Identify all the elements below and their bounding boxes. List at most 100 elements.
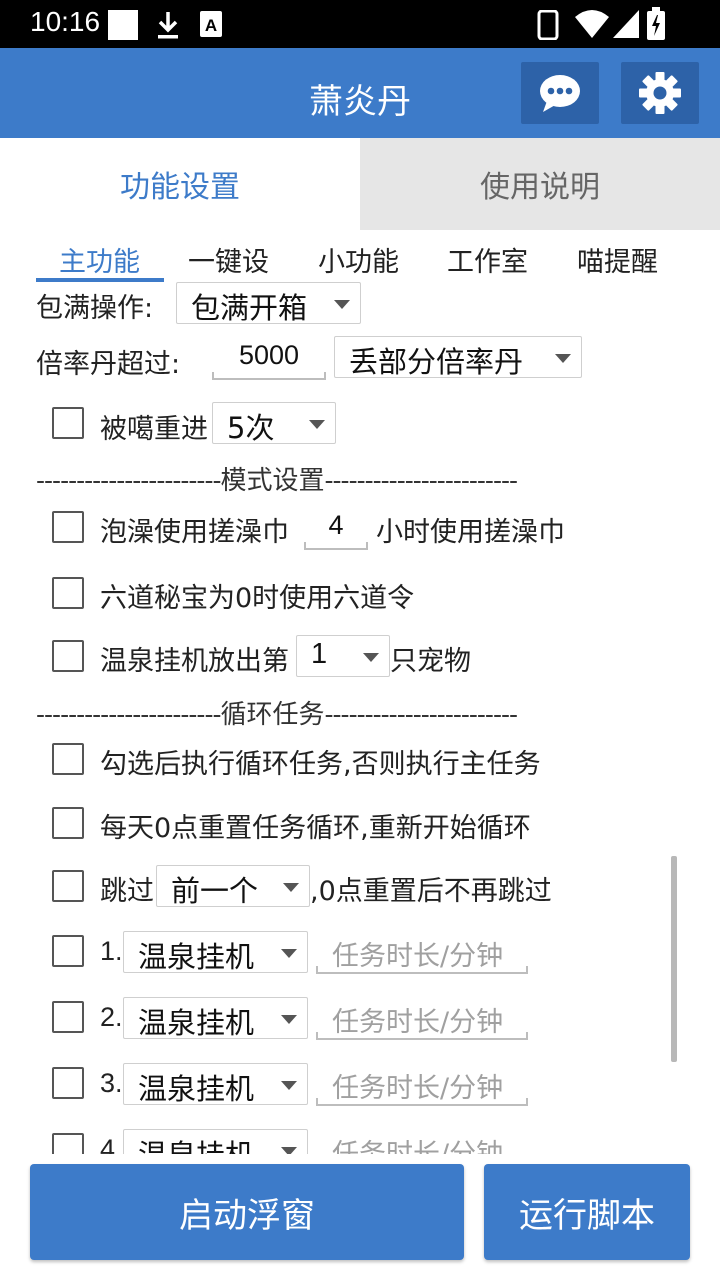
- subtab-studio[interactable]: 工作室: [447, 240, 528, 279]
- mode-divider-right: ------------------------: [324, 466, 519, 495]
- six-path-row: 六道秘宝为0时使用六道令: [0, 574, 720, 618]
- subtab-main[interactable]: 主功能: [59, 240, 140, 279]
- task-3-number: 3.: [100, 1068, 123, 1098]
- loop-enable-label: 勾选后执行循环任务,否则执行主任务: [100, 749, 541, 780]
- six-path-checkbox[interactable]: [52, 577, 84, 609]
- hot-spring-pet-spinner[interactable]: 1: [296, 635, 390, 677]
- chevron-down-icon: [309, 420, 325, 429]
- multiplier-action-value: 丢部分倍率丹: [349, 345, 524, 379]
- start-float-window-button[interactable]: 启动浮窗: [30, 1164, 464, 1260]
- re-enter-row: 被噶重进 5次: [0, 402, 720, 446]
- task-row: 2. 温泉挂机 任务时长/分钟: [0, 996, 720, 1044]
- chevron-down-icon: [283, 883, 299, 892]
- re-enter-count-spinner[interactable]: 5次: [212, 402, 336, 445]
- task-1-duration-placeholder: 任务时长/分钟: [332, 941, 504, 972]
- hot-spring-row: 温泉挂机放出第 1 只宠物: [0, 634, 720, 678]
- skip-value: 前一个: [171, 874, 259, 908]
- skip-label-before: 跳过: [100, 876, 154, 907]
- re-enter-checkbox[interactable]: [52, 407, 84, 439]
- task-2-checkbox[interactable]: [52, 1001, 84, 1033]
- skip-checkbox[interactable]: [52, 870, 84, 902]
- task-3-spinner[interactable]: 温泉挂机: [123, 1063, 308, 1106]
- full-bag-spinner[interactable]: 包满开箱: [176, 282, 361, 325]
- skip-spinner[interactable]: 前一个: [156, 865, 310, 908]
- subtab-meow-reminder[interactable]: 喵提醒: [577, 240, 658, 279]
- task-2-duration-placeholder: 任务时长/分钟: [332, 1007, 504, 1038]
- chevron-down-icon: [281, 949, 297, 958]
- mode-divider-left: -----------------------: [36, 466, 221, 495]
- multiplier-action-spinner[interactable]: 丢部分倍率丹: [334, 336, 582, 379]
- subtab-one-key[interactable]: 一键设: [188, 240, 269, 279]
- bath-checkbox[interactable]: [52, 511, 84, 543]
- task-1-checkbox[interactable]: [52, 935, 84, 967]
- download-icon: [155, 10, 181, 44]
- full-bag-label: 包满操作:: [36, 293, 154, 324]
- hot-spring-checkbox[interactable]: [52, 640, 84, 672]
- bath-hours-value: 4: [328, 510, 344, 540]
- chevron-down-icon: [281, 1081, 297, 1090]
- task-3-duration-input[interactable]: 任务时长/分钟: [316, 1062, 528, 1106]
- vibrate-phone-icon: [537, 9, 559, 44]
- status-time: 10:16: [30, 6, 101, 37]
- chevron-down-icon: [555, 354, 571, 363]
- task-1-duration-input[interactable]: 任务时长/分钟: [316, 930, 528, 974]
- re-enter-count-value: 5次: [227, 411, 275, 445]
- app-bar: 萧炎丹: [0, 48, 720, 138]
- sub-tabs: 主功能 一键设 小功能 工作室 喵提醒: [0, 230, 720, 286]
- chevron-down-icon: [363, 653, 379, 662]
- tab-instructions[interactable]: 使用说明: [360, 138, 720, 230]
- status-bar: 10:16 A: [0, 0, 720, 48]
- hot-spring-label-before: 温泉挂机放出第: [100, 646, 289, 677]
- bath-row: 泡澡使用搓澡巾 4 小时使用搓澡巾: [0, 508, 720, 552]
- chat-bubble-icon: [540, 75, 580, 112]
- battery-charging-icon: [646, 7, 666, 45]
- chevron-down-icon: [334, 300, 350, 309]
- chat-button[interactable]: [521, 62, 599, 124]
- skip-row: 跳过 前一个 ,0点重置后不再跳过: [0, 864, 720, 908]
- loop-reset-label: 每天0点重置任务循环,重新开始循环: [100, 813, 531, 844]
- task-row: 3. 温泉挂机 任务时长/分钟: [0, 1062, 720, 1110]
- loop-divider-left: -----------------------: [36, 700, 221, 729]
- loop-reset-row: 每天0点重置任务循环,重新开始循环: [0, 804, 720, 848]
- subtab-small-functions[interactable]: 小功能: [318, 240, 399, 279]
- multiplier-row: 倍率丹超过: 5000 丢部分倍率丹: [0, 336, 720, 384]
- task-2-spinner[interactable]: 温泉挂机: [123, 997, 308, 1040]
- gear-icon: [639, 72, 681, 114]
- run-script-button[interactable]: 运行脚本: [484, 1164, 690, 1260]
- task-1-spinner[interactable]: 温泉挂机: [123, 931, 308, 974]
- hot-spring-label-after: 只宠物: [390, 646, 471, 677]
- task-2-number: 2.: [100, 1002, 123, 1032]
- bath-hours-input[interactable]: 4: [304, 506, 368, 550]
- loop-section-title: 循环任务: [220, 700, 325, 730]
- multiplier-label: 倍率丹超过:: [36, 349, 181, 380]
- task-row: 1. 温泉挂机 任务时长/分钟: [0, 930, 720, 978]
- loop-section-divider: -----------------------循环任务-------------…: [36, 694, 519, 731]
- loop-reset-checkbox[interactable]: [52, 807, 84, 839]
- loop-enable-checkbox[interactable]: [52, 743, 84, 775]
- task-2-duration-input[interactable]: 任务时长/分钟: [316, 996, 528, 1040]
- chevron-down-icon: [281, 1015, 297, 1024]
- six-path-label: 六道秘宝为0时使用六道令: [100, 583, 415, 614]
- loop-enable-row: 勾选后执行循环任务,否则执行主任务: [0, 740, 720, 784]
- tab-function-settings[interactable]: 功能设置: [0, 138, 360, 230]
- main-tabs: 功能设置 使用说明: [0, 138, 720, 230]
- svg-text:A: A: [205, 16, 217, 35]
- notification-square-icon: [108, 10, 138, 40]
- hot-spring-pet-value: 1: [311, 638, 328, 670]
- loop-divider-right: ------------------------: [324, 700, 519, 729]
- task-1-value: 温泉挂机: [138, 940, 255, 974]
- scrollbar[interactable]: [671, 856, 677, 1062]
- multiplier-amount-input[interactable]: 5000: [212, 336, 326, 380]
- full-bag-row: 包满操作: 包满开箱: [0, 282, 720, 328]
- multiplier-amount-value: 5000: [238, 340, 300, 370]
- task-3-checkbox[interactable]: [52, 1067, 84, 1099]
- full-bag-value: 包满开箱: [191, 291, 308, 325]
- task-2-value: 温泉挂机: [138, 1006, 255, 1040]
- wifi-icon: [574, 9, 610, 43]
- task-1-number: 1.: [100, 936, 123, 966]
- app-title: 萧炎丹: [309, 82, 411, 122]
- accessibility-a-icon: A: [199, 10, 223, 42]
- settings-button[interactable]: [621, 62, 699, 124]
- task-3-duration-placeholder: 任务时长/分钟: [332, 1073, 504, 1104]
- bath-label-after: 小时使用搓澡巾: [376, 517, 565, 548]
